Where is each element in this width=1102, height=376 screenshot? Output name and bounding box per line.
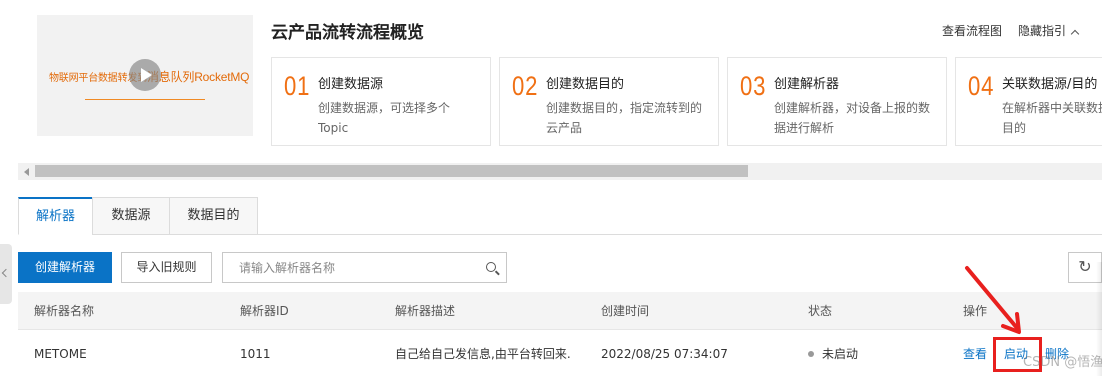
step-description: 创建数据目的，指定流转到的 云产品	[546, 98, 710, 138]
column-header: 状态	[808, 304, 833, 318]
step-card: 04 关联数据源/目的 在解析器中关联数据源目的	[955, 57, 1102, 146]
video-caption-underline	[85, 99, 205, 100]
right-edge-shadow	[1096, 262, 1102, 376]
parser-id-cell: 1011	[240, 347, 271, 361]
play-icon[interactable]	[129, 59, 161, 91]
column-header: 解析器ID	[240, 304, 289, 318]
search-box	[222, 252, 507, 283]
step-description-line: Topic	[318, 121, 349, 135]
table-row: METOME 1011 自己给自己发信息,由平台转回来. 2022/08/25 …	[18, 331, 1102, 376]
tab-data-destination[interactable]: 数据目的	[169, 197, 258, 235]
video-caption-part-b: 消息队列RocketMQ	[147, 70, 250, 84]
tab-bar: 解析器 数据源 数据目的	[18, 197, 1102, 235]
view-flowchart-link[interactable]: 查看流程图	[942, 22, 1002, 39]
parser-description-cell: 自己给自己发信息,由平台转回来.	[395, 347, 571, 361]
step-description: 创建数据源，可选择多个 Topic	[318, 98, 482, 138]
step-title: 创建数据源	[318, 77, 384, 92]
step-description: 在解析器中关联数据源目的	[1002, 98, 1102, 138]
table-header: 解析器名称 解析器ID 解析器描述 创建时间 状态 操作	[18, 292, 1102, 330]
step-card: 03 创建解析器 创建解析器，对设备上报的数 据进行解析	[727, 57, 947, 146]
status-dot-icon	[808, 351, 814, 357]
guide-steps: 01 创建数据源 创建数据源，可选择多个 Topic 02 创建数据目的 创建数据…	[271, 57, 1102, 146]
side-collapse-handle[interactable]	[0, 244, 12, 304]
step-title: 关联数据源/目的	[1002, 77, 1098, 92]
step-number: 01	[284, 71, 311, 101]
search-icon[interactable]	[486, 262, 496, 272]
scrollbar-thumb[interactable]	[35, 165, 748, 177]
step-title: 创建解析器	[774, 77, 840, 92]
step-number: 03	[740, 71, 767, 101]
step-description-line: 据进行解析	[774, 121, 835, 135]
search-input[interactable]	[223, 253, 473, 282]
watermark: CSDN @悟渔	[1023, 355, 1102, 370]
parser-name-cell: METOME	[34, 347, 87, 361]
status-cell: 未启动	[808, 331, 858, 376]
import-old-rules-button[interactable]: 导入旧规则	[121, 252, 212, 283]
step-description: 创建解析器，对设备上报的数 据进行解析	[774, 98, 938, 138]
horizontal-scrollbar[interactable]	[18, 163, 1102, 180]
column-header: 解析器描述	[395, 304, 456, 318]
created-time-cell: 2022/08/25 07:34:07	[601, 347, 728, 361]
step-number: 02	[512, 71, 539, 101]
annotation-arrow-icon	[965, 266, 1021, 334]
status-label: 未启动	[822, 347, 859, 361]
step-title: 创建数据目的	[546, 77, 625, 92]
hide-guide-link[interactable]: 隐藏指引	[1017, 22, 1080, 39]
step-card: 01 创建数据源 创建数据源，可选择多个 Topic	[271, 57, 491, 146]
tab-data-source[interactable]: 数据源	[92, 197, 170, 235]
step-number: 04	[968, 71, 995, 101]
step-card: 02 创建数据目的 创建数据目的，指定流转到的 云产品	[499, 57, 719, 146]
hide-guide-label: 隐藏指引	[1017, 24, 1066, 38]
guide-links: 查看流程图 隐藏指引	[942, 22, 1080, 39]
tab-parser[interactable]: 解析器	[18, 197, 93, 235]
guide-video-thumbnail[interactable]: 物联网平台数据转发到消息队列RocketMQ	[37, 15, 253, 136]
chevron-up-icon	[1070, 29, 1080, 39]
column-header: 解析器名称	[34, 304, 95, 318]
step-description-line: 云产品	[546, 121, 583, 135]
column-header: 创建时间	[601, 304, 650, 318]
guide-title: 云产品流转流程概览	[271, 23, 424, 43]
create-parser-button[interactable]: 创建解析器	[18, 252, 112, 283]
refresh-icon: ↻	[1078, 257, 1092, 276]
step-description-line: 创建数据源，可选择多个	[318, 101, 451, 115]
step-description-line: 在解析器中关联数据源	[1002, 101, 1102, 115]
step-description-line: 目的	[1002, 121, 1027, 135]
scroll-left-icon[interactable]	[24, 168, 29, 176]
step-description-line: 创建解析器，对设备上报的数	[774, 101, 931, 115]
step-description-line: 创建数据目的，指定流转到的	[546, 101, 703, 115]
